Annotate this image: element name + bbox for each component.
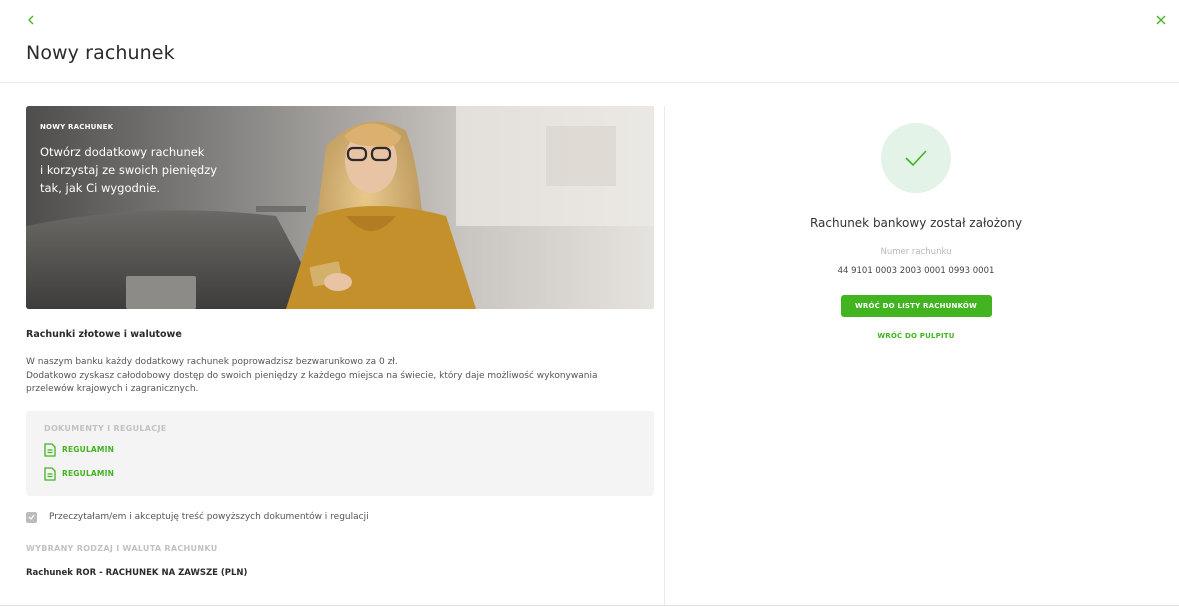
consent-row: Przeczytałam/em i akceptuję treść powyżs… (26, 511, 654, 523)
description-line: W naszym banku każdy dodatkowy rachunek … (26, 357, 398, 367)
page-title: Nowy rachunek (26, 42, 175, 64)
description-line: przelewów krajowych i zagranicznych. (26, 384, 199, 394)
account-number: 44 9101 0003 2003 0001 0993 0001 (837, 266, 995, 276)
description-line: Dodatkowo zyskasz całodobowy dostęp do s… (26, 370, 598, 381)
selection-value: Rachunek ROR - RACHUNEK NA ZAWSZE (PLN) (26, 567, 248, 578)
document-link-label: REGULAMIN (62, 469, 115, 478)
header-divider (0, 82, 1179, 83)
offer-panel: NOWY RACHUNEK Otwórz dodatkowy rachunek … (26, 106, 654, 578)
banner-photo (26, 106, 654, 309)
checkmark-icon (28, 514, 35, 520)
documents-label: DOKUMENTY I REGULACJE (44, 423, 167, 433)
description: W naszym banku każdy dodatkowy rachunek … (26, 356, 654, 397)
document-link[interactable]: REGULAMIN (44, 442, 636, 457)
banner-eyebrow: NOWY RACHUNEK (40, 123, 114, 131)
banner-headline-line-1: Otwórz dodatkowy rachunek (40, 145, 205, 159)
consent-label: Przeczytałam/em i akceptuję treść powyżs… (49, 512, 369, 522)
banner-headline-line-2: i korzystaj ze swoich pieniędzy (40, 163, 218, 177)
checkmark-icon (905, 150, 927, 167)
back-button[interactable] (22, 10, 40, 30)
document-icon (44, 466, 56, 481)
chevron-left-icon (28, 15, 34, 25)
back-to-accounts-button[interactable]: WRÓĆ DO LISTY RACHUNKÓW (840, 295, 992, 317)
back-to-dashboard-link[interactable]: WRÓĆ DO PULPITU (877, 332, 954, 340)
banner-headline-line-3: tak, jak Ci wygodnie. (40, 181, 161, 195)
confirmation-panel: Rachunek bankowy został założony Numer r… (665, 106, 1167, 340)
promo-banner: NOWY RACHUNEK Otwórz dodatkowy rachunek … (26, 106, 654, 309)
document-link-label: REGULAMIN (62, 445, 115, 454)
consent-checkbox[interactable] (26, 511, 37, 523)
success-badge (881, 123, 951, 193)
section-heading: Rachunki złotowe i walutowe (26, 329, 182, 340)
success-title: Rachunek bankowy został założony (809, 216, 1023, 230)
close-button[interactable] (1153, 12, 1169, 28)
documents-box: DOKUMENTY I REGULACJE REGULAMIN REGULAMI… (26, 410, 654, 496)
document-link[interactable]: REGULAMIN (44, 466, 636, 481)
document-icon (44, 442, 56, 457)
selection-label: WYBRANY RODZAJ I WALUTA RACHUNKU (26, 543, 218, 553)
account-number-label: Numer rachunku (880, 247, 952, 257)
close-icon (1156, 15, 1166, 25)
